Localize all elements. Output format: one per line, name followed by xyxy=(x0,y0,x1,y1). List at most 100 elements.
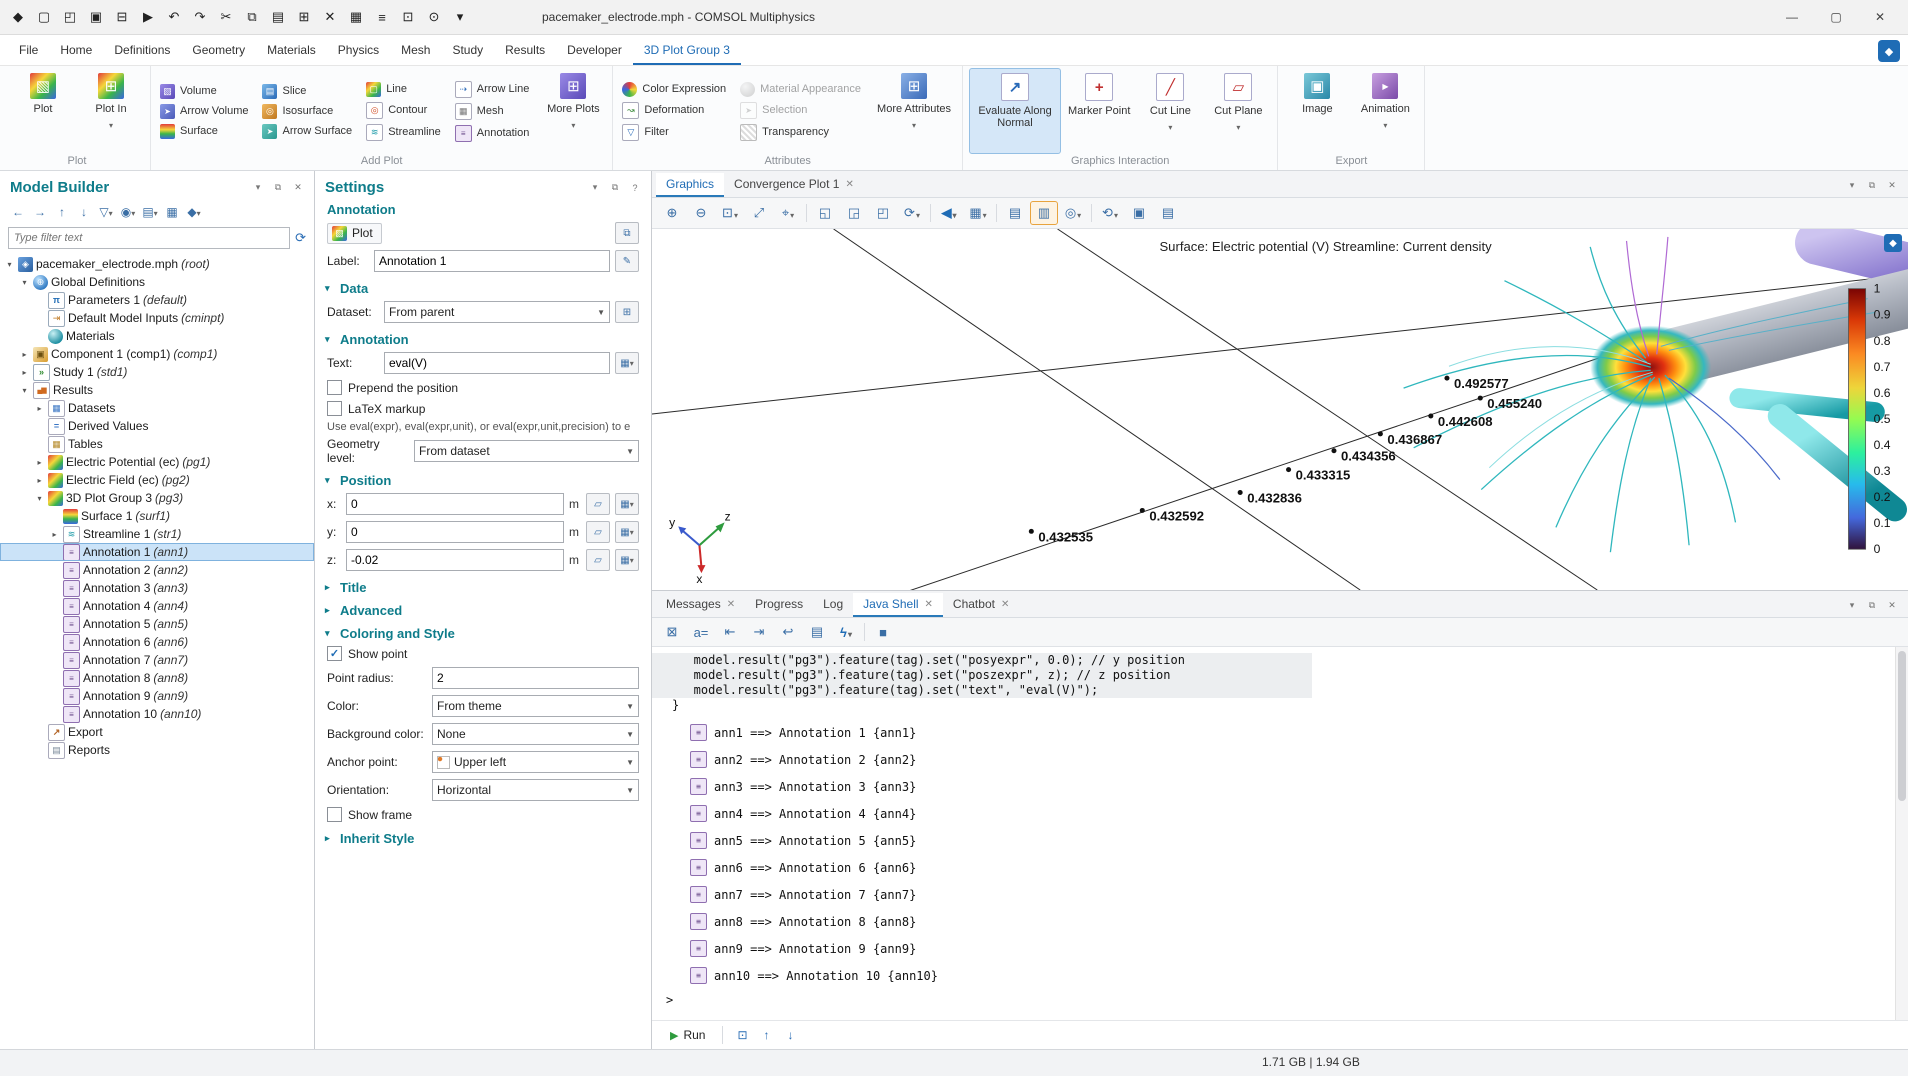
show-frame-checkbox[interactable] xyxy=(327,807,342,822)
insert-expression-icon[interactable]: ▦ xyxy=(615,352,639,374)
titlebar-tool-icon[interactable]: ◆ xyxy=(6,5,30,29)
run-bar-icon[interactable]: ⊡ xyxy=(732,1025,752,1045)
titlebar-tool-icon[interactable]: ⊞ xyxy=(292,5,316,29)
background-color-select[interactable]: None ▼ xyxy=(432,723,639,745)
chatbot-launcher-icon[interactable]: ◆ xyxy=(1878,40,1900,62)
model-builder-tool-icon[interactable]: ◉ xyxy=(118,202,138,222)
console-tab[interactable]: Log ✕ xyxy=(813,593,853,617)
color-select[interactable]: From theme ▼ xyxy=(432,695,639,717)
run-bar-icon[interactable]: ↑ xyxy=(756,1025,776,1045)
ribbon-tab[interactable]: Developer xyxy=(556,37,633,65)
section-header-title[interactable]: ▸ Title xyxy=(315,574,651,597)
ribbon-item[interactable]: Streamline xyxy=(363,123,444,142)
section-header-data[interactable]: ▾ Data xyxy=(315,275,651,298)
titlebar-tool-icon[interactable]: ▢ xyxy=(32,5,56,29)
graphics-tool-icon[interactable]: ⤢ xyxy=(745,201,773,225)
java-shell-tool-icon[interactable]: ⇥ xyxy=(745,620,773,644)
titlebar-tool-icon[interactable]: ▾ xyxy=(448,5,472,29)
ribbon-item[interactable]: Slice xyxy=(259,83,355,100)
ribbon-big-button[interactable]: Image xyxy=(1284,68,1350,154)
tree-expander-icon[interactable]: ▾ xyxy=(34,494,45,503)
x-position-input[interactable] xyxy=(346,493,564,515)
window-control-icon[interactable]: ✕ xyxy=(1858,2,1902,32)
graphics-tool-icon[interactable]: ⊕ xyxy=(658,201,686,225)
panel-control-icon[interactable]: ⧉ xyxy=(1864,597,1880,613)
tree-item[interactable]: ▸ Datasets xyxy=(0,399,314,417)
console-tab[interactable]: Messages ✕ xyxy=(656,593,745,617)
console-tab[interactable]: Java Shell ✕ xyxy=(853,593,943,617)
panel-control-icon[interactable]: ✕ xyxy=(290,180,306,196)
ribbon-big-button[interactable]: Animation xyxy=(1352,68,1418,154)
tree-item[interactable]: Annotation 2 (ann2) xyxy=(0,561,314,579)
anchor-point-select[interactable]: Upper left ▼ xyxy=(432,751,639,773)
ribbon-tab[interactable]: Definitions xyxy=(103,37,181,65)
model-builder-tool-icon[interactable]: ◆ xyxy=(184,202,204,222)
panel-control-icon[interactable]: ? xyxy=(627,180,643,196)
tree-item[interactable]: Reports xyxy=(0,741,314,759)
tree-expander-icon[interactable]: ▸ xyxy=(34,404,45,413)
edit-dataset-icon[interactable]: ⊞ xyxy=(615,301,639,323)
ribbon-item[interactable]: Mesh xyxy=(452,102,533,121)
tree-expander-icon[interactable]: ▾ xyxy=(19,278,30,287)
ribbon-tab[interactable]: Study xyxy=(441,37,494,65)
expression-menu-icon[interactable]: ▦ xyxy=(615,549,639,571)
ribbon-item[interactable]: Deformation xyxy=(619,101,729,120)
range-icon[interactable]: ▱ xyxy=(586,521,610,543)
java-shell-tool-icon[interactable]: a= xyxy=(687,620,715,644)
ribbon-item[interactable]: Selection xyxy=(737,101,864,120)
annotation-text-input[interactable] xyxy=(384,352,610,374)
java-shell-console[interactable]: model.result("pg3").feature(tag).set("po… xyxy=(652,647,1908,1020)
ribbon-tab[interactable]: File xyxy=(8,37,49,65)
titlebar-tool-icon[interactable]: ⊙ xyxy=(422,5,446,29)
range-icon[interactable]: ▱ xyxy=(586,493,610,515)
ribbon-item[interactable]: Arrow Surface xyxy=(259,123,355,140)
close-icon[interactable]: ✕ xyxy=(845,179,853,190)
run-bar-icon[interactable]: ↓ xyxy=(780,1025,800,1045)
tree-filter-input[interactable] xyxy=(8,227,290,249)
titlebar-tool-icon[interactable]: ✕ xyxy=(318,5,342,29)
tree-item[interactable]: Annotation 7 (ann7) xyxy=(0,651,314,669)
panel-control-icon[interactable]: ⧉ xyxy=(1864,177,1880,193)
console-tab[interactable]: Chatbot ✕ xyxy=(943,593,1019,617)
ribbon-big-button[interactable]: Plot xyxy=(10,68,76,154)
ribbon-item[interactable]: Arrow Volume xyxy=(157,103,251,120)
graphics-tool-icon[interactable]: ▦ xyxy=(964,201,992,225)
panel-control-icon[interactable]: ▾ xyxy=(1844,597,1860,613)
close-icon[interactable]: ✕ xyxy=(925,599,933,610)
graphics-tab[interactable]: Convergence Plot 1 ✕ xyxy=(724,173,864,197)
ribbon-item[interactable]: Material Appearance xyxy=(737,81,864,98)
point-radius-input[interactable] xyxy=(432,667,639,689)
tree-expander-icon[interactable]: ▾ xyxy=(19,386,30,395)
tree-item[interactable]: Parameters 1 (default) xyxy=(0,291,314,309)
tree-item[interactable]: Annotation 10 (ann10) xyxy=(0,705,314,723)
tree-expander-icon[interactable]: ▾ xyxy=(4,260,15,269)
tree-item[interactable]: Derived Values xyxy=(0,417,314,435)
expression-menu-icon[interactable]: ▦ xyxy=(615,493,639,515)
java-shell-tool-icon[interactable]: ↩ xyxy=(774,620,802,644)
graphics-tool-icon[interactable]: ◱ xyxy=(811,201,839,225)
section-header-inherit-style[interactable]: ▸ Inherit Style xyxy=(315,825,651,848)
panel-control-icon[interactable]: ⧉ xyxy=(270,180,286,196)
graphics-tool-icon[interactable]: ⊡ xyxy=(716,201,744,225)
close-icon[interactable]: ✕ xyxy=(1001,599,1009,610)
ribbon-big-button[interactable]: More Attributes xyxy=(872,68,956,154)
expression-menu-icon[interactable]: ▦ xyxy=(615,521,639,543)
titlebar-tool-icon[interactable]: ▣ xyxy=(84,5,108,29)
section-header-coloring[interactable]: ▾ Coloring and Style xyxy=(315,620,651,643)
java-shell-tool-icon[interactable]: ■ xyxy=(869,620,897,644)
plot-properties-icon[interactable]: ◆ xyxy=(1884,234,1902,252)
titlebar-tool-icon[interactable]: ⊡ xyxy=(396,5,420,29)
ribbon-big-button[interactable]: Cut Line xyxy=(1137,68,1203,154)
latex-markup-checkbox[interactable] xyxy=(327,401,342,416)
titlebar-tool-icon[interactable]: ⊟ xyxy=(110,5,134,29)
graphics-tool-icon[interactable]: ▣ xyxy=(1125,201,1153,225)
ribbon-tab[interactable]: Results xyxy=(494,37,556,65)
window-control-icon[interactable]: ▢ xyxy=(1814,2,1858,32)
tree-item[interactable]: ▾ Results xyxy=(0,381,314,399)
tree-item[interactable]: Default Model Inputs (cminpt) xyxy=(0,309,314,327)
z-position-input[interactable] xyxy=(346,549,564,571)
ribbon-tab[interactable]: Geometry xyxy=(181,37,256,65)
ribbon-item[interactable]: Arrow Line xyxy=(452,80,533,99)
close-icon[interactable]: ✕ xyxy=(727,599,735,610)
tree-item[interactable]: Annotation 4 (ann4) xyxy=(0,597,314,615)
